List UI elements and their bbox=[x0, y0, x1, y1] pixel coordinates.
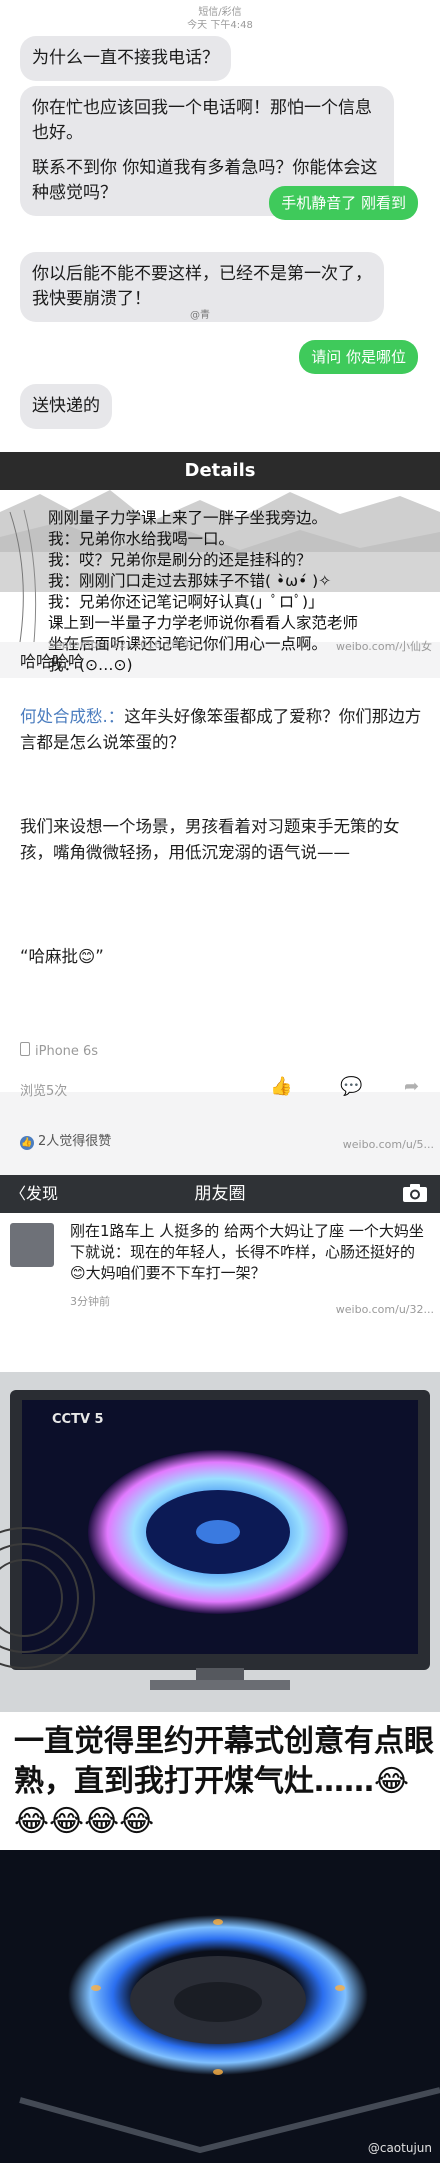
sms-screenshot-panel: 短信/彩信 今天 下午4:48 为什么一直不接我电话？ 你在忙也应该回我一个电话… bbox=[0, 0, 440, 452]
camera-icon[interactable] bbox=[402, 1183, 428, 1203]
message-bubble-incoming: 为什么一直不接我电话？ bbox=[20, 36, 231, 81]
moments-screenshot-panel: 〈发现 朋友圈 刚在1路车上 人挺多的 给两个大妈让了座 一个大妈坐下就说：现在… bbox=[0, 1175, 440, 1372]
details-title-bar: Details bbox=[0, 452, 440, 490]
message-bubble-outgoing: 手机静音了 刚看到 bbox=[269, 186, 418, 220]
details-title: Details bbox=[184, 460, 256, 481]
reply-text: 哈哈哈哈 bbox=[20, 652, 85, 671]
message-bubble-incoming: 送快递的 bbox=[20, 384, 112, 429]
comment-body: 我们来设想一个场景，男孩看着对习题束手无策的女孩，嘴角微微轻扬，用低沉宠溺的语气… bbox=[20, 817, 400, 862]
tv-channel-logo: CCTV 5 bbox=[52, 1412, 104, 1427]
comment-username[interactable]: 何处合成愁.： bbox=[20, 707, 124, 726]
avatar[interactable] bbox=[10, 1223, 54, 1267]
post-line: 刚刚量子力学课上来了一胖子坐我旁边。 bbox=[48, 509, 328, 527]
watermark: @青 bbox=[190, 310, 210, 321]
meme-caption: 一直觉得里约开幕式创意有点眼熟，直到我打开煤气灶……😂😂😂😂😂 bbox=[14, 1724, 434, 1839]
watermark: weibo.com/u/32... bbox=[335, 1303, 434, 1316]
comment-icon[interactable]: 💬 bbox=[340, 1076, 362, 1097]
phone-icon bbox=[20, 1042, 30, 1056]
details-screenshot-panel: Details 刚刚量子力学课上来了一胖子坐我旁边。 我：兄弟你水给我喝一口。 … bbox=[0, 452, 440, 1175]
watermark: weibo.com/小仙女 bbox=[335, 640, 432, 653]
tv-photo: CCTV 5 bbox=[0, 1372, 440, 1712]
moment-timestamp: 3分钟前 bbox=[70, 1295, 110, 1308]
device-name: iPhone 6s bbox=[35, 1044, 99, 1059]
message-bubble-outgoing: 请问 你是哪位 bbox=[299, 340, 418, 374]
view-count: 浏览5次 bbox=[20, 1084, 68, 1099]
photo-credit: @caotujun bbox=[367, 2141, 432, 2155]
thumbs-up-icon: 👍 bbox=[20, 1136, 34, 1150]
sms-header-time: 今天 下午4:48 bbox=[187, 20, 253, 31]
comment-card: 何处合成愁.：这年头好像笨蛋都成了爱称？你们那边方言都是怎么说笨蛋的？ 我们来设… bbox=[0, 678, 440, 1099]
likes-count: 👍 2人觉得很赞 bbox=[20, 1130, 111, 1150]
message-text: 手机静音了 刚看到 bbox=[281, 194, 406, 212]
post-line: 我：哎？兄弟你是刷分的还是挂科的？ bbox=[48, 551, 312, 569]
moments-nav-bar: 〈发现 朋友圈 bbox=[0, 1175, 440, 1213]
gas-burner-photo: @caotujun bbox=[0, 1850, 440, 2163]
olympics-meme-panel: CCTV 5 一直觉得里约开幕式创意有点眼熟，直到我打开煤气灶……😂😂😂😂😂 @… bbox=[0, 1372, 440, 2163]
sms-header: 短信/彩信 今天 下午4:48 bbox=[0, 6, 440, 32]
share-icon[interactable]: ➦ bbox=[404, 1076, 419, 1097]
post-line: 我：(⊙…⊙) bbox=[48, 656, 133, 674]
likes-text: 2人觉得很赞 bbox=[38, 1134, 112, 1149]
message-text: 为什么一直不接我电话？ bbox=[32, 48, 219, 68]
device-label: iPhone 6s bbox=[20, 1042, 98, 1059]
sms-header-type: 短信/彩信 bbox=[198, 7, 242, 18]
post-line: 我：刚刚门口走过去那妹子不错( •̀ω•́ )✧ bbox=[48, 572, 332, 590]
comment-quote: “哈麻批😊” bbox=[20, 947, 104, 966]
moment-post-text: 刚在1路车上 人挺多的 给两个大妈让了座 一个大妈坐下就说：现在的年轻人，长得不… bbox=[70, 1222, 424, 1282]
watermark: weibo.com/u/5... bbox=[342, 1138, 434, 1151]
moments-title: 朋友圈 bbox=[194, 1184, 246, 1204]
post-line: 我：兄弟你还记笔记啊好认真(」ﾟロﾟ)」 bbox=[48, 593, 324, 611]
post-line: 课上到一半量子力学老师说你看看人家范老师 bbox=[48, 614, 359, 632]
thumbs-up-icon[interactable]: 👍 bbox=[270, 1076, 292, 1097]
comment-question: 何处合成愁.：这年头好像笨蛋都成了爱称？你们那边方言都是怎么说笨蛋的？ bbox=[20, 704, 424, 756]
post-line: 我：兄弟你水给我喝一口。 bbox=[48, 530, 235, 548]
gas-burner-art bbox=[0, 1850, 440, 2163]
message-text: 你以后能不能不要这样，已经不是第一次了，我快要崩溃了！ bbox=[32, 264, 372, 309]
message-text: 请问 你是哪位 bbox=[311, 348, 406, 366]
message-text: 你在忙也应该回我一个电话啊！那怕一个信息也好。 bbox=[32, 98, 372, 143]
message-text: 送快递的 bbox=[32, 396, 100, 416]
